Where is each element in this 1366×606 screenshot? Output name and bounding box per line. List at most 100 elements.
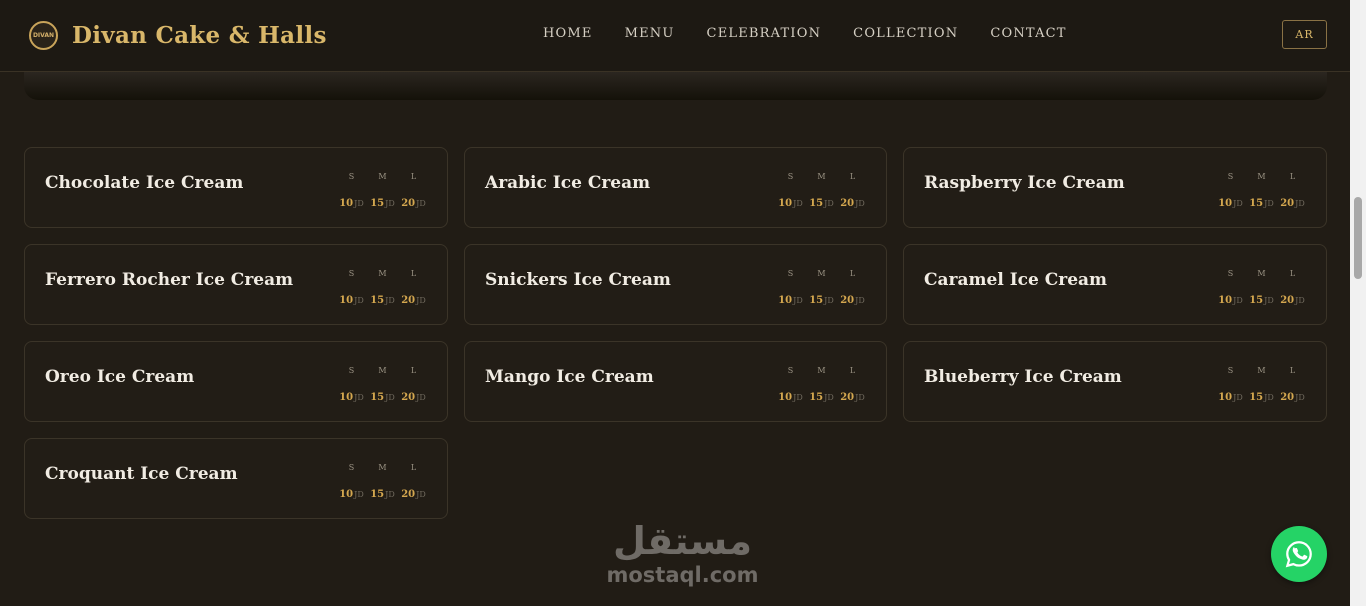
menu-item-card[interactable]: Mango Ice Cream S 10JD M 15JD L 20JD <box>464 341 887 422</box>
price-currency: JD <box>385 296 395 305</box>
size-m: M 15JD <box>367 366 398 404</box>
size-label: M <box>1257 172 1266 181</box>
size-price: 10JD <box>1215 191 1246 210</box>
price-value: 20 <box>401 198 416 209</box>
price-currency: JD <box>354 199 364 208</box>
price-value: 10 <box>1218 392 1233 403</box>
hero-image <box>24 72 1327 100</box>
price-value: 20 <box>840 392 855 403</box>
price-sizes: S 10JD M 15JD L 20JD <box>336 366 429 404</box>
menu-item-card[interactable]: Caramel Ice Cream S 10JD M 15JD L 20JD <box>903 244 1327 325</box>
watermark-arabic: مستقل <box>613 519 752 563</box>
price-value: 15 <box>370 392 385 403</box>
price-currency: JD <box>793 393 803 402</box>
size-m: M 15JD <box>367 172 398 210</box>
size-price: 20JD <box>837 191 868 210</box>
price-currency: JD <box>354 490 364 499</box>
size-price: 20JD <box>398 482 429 501</box>
size-s: S 10JD <box>336 172 367 210</box>
price-value: 20 <box>1280 295 1295 306</box>
page: DIVAN Divan Cake & Halls HOME MENU CELEB… <box>0 0 1366 606</box>
brand-logo: DIVAN <box>29 21 58 50</box>
nav-collection[interactable]: COLLECTION <box>853 26 958 41</box>
whatsapp-icon <box>1285 541 1312 568</box>
whatsapp-button[interactable] <box>1271 526 1327 582</box>
size-label: M <box>817 172 826 181</box>
nav-contact[interactable]: CONTACT <box>990 26 1066 41</box>
price-value: 15 <box>1249 295 1264 306</box>
price-value: 15 <box>809 295 824 306</box>
main-nav: HOME MENU CELEBRATION COLLECTION CONTACT <box>543 26 1099 41</box>
size-label: L <box>1289 269 1296 278</box>
menu-item-card[interactable]: Raspberry Ice Cream S 10JD M 15JD L 20JD <box>903 147 1327 228</box>
menu-item-card[interactable]: Blueberry Ice Cream S 10JD M 15JD L 20JD <box>903 341 1327 422</box>
size-label: L <box>410 366 417 375</box>
menu-item-name: Mango Ice Cream <box>485 367 654 387</box>
scrollbar-thumb[interactable] <box>1354 197 1362 279</box>
price-currency: JD <box>855 393 865 402</box>
size-price: 15JD <box>367 385 398 404</box>
price-value: 15 <box>1249 198 1264 209</box>
price-sizes: S 10JD M 15JD L 20JD <box>336 463 429 501</box>
price-sizes: S 10JD M 15JD L 20JD <box>1215 366 1308 404</box>
brand-name: Divan Cake & Halls <box>72 22 327 49</box>
menu-item-card[interactable]: Chocolate Ice Cream S 10JD M 15JD L 20JD <box>24 147 448 228</box>
size-s: S 10JD <box>336 463 367 501</box>
watermark-latin: mostaql.com <box>606 563 759 587</box>
menu-item-card[interactable]: Croquant Ice Cream S 10JD M 15JD L 20JD <box>24 438 448 519</box>
nav-celebration[interactable]: CELEBRATION <box>707 26 822 41</box>
size-l: L 20JD <box>1277 172 1308 210</box>
size-price: 20JD <box>398 385 429 404</box>
menu-item-name: Croquant Ice Cream <box>45 464 238 484</box>
price-sizes: S 10JD M 15JD L 20JD <box>336 269 429 307</box>
size-price: 20JD <box>398 288 429 307</box>
size-price: 10JD <box>336 482 367 501</box>
price-currency: JD <box>1264 199 1274 208</box>
menu-item-card[interactable]: Snickers Ice Cream S 10JD M 15JD L 20JD <box>464 244 887 325</box>
size-s: S 10JD <box>336 269 367 307</box>
price-currency: JD <box>824 296 834 305</box>
watermark: مستقل mostaql.com <box>600 519 765 587</box>
menu-item-name: Caramel Ice Cream <box>924 270 1108 290</box>
size-s: S 10JD <box>1215 172 1246 210</box>
price-value: 15 <box>809 392 824 403</box>
nav-home[interactable]: HOME <box>543 26 593 41</box>
menu-item-card[interactable]: Ferrero Rocher Ice Cream S 10JD M 15JD L 20JD <box>24 244 448 325</box>
size-price: 15JD <box>367 482 398 501</box>
price-currency: JD <box>855 296 865 305</box>
size-m: M 15JD <box>1246 269 1277 307</box>
price-value: 15 <box>1249 392 1264 403</box>
size-m: M 15JD <box>806 366 837 404</box>
menu-item-card[interactable]: Arabic Ice Cream S 10JD M 15JD L 20JD <box>464 147 887 228</box>
price-currency: JD <box>385 199 395 208</box>
size-label: S <box>787 269 794 278</box>
size-m: M 15JD <box>806 172 837 210</box>
price-currency: JD <box>416 393 426 402</box>
size-price: 20JD <box>837 288 868 307</box>
size-l: L 20JD <box>398 269 429 307</box>
size-l: L 20JD <box>398 366 429 404</box>
size-s: S 10JD <box>336 366 367 404</box>
nav-menu[interactable]: MENU <box>625 26 675 41</box>
menu-item-card[interactable]: Oreo Ice Cream S 10JD M 15JD L 20JD <box>24 341 448 422</box>
size-s: S 10JD <box>775 269 806 307</box>
language-toggle-button[interactable]: AR <box>1282 20 1327 49</box>
size-label: S <box>787 366 794 375</box>
size-label: M <box>378 366 387 375</box>
size-m: M 15JD <box>367 269 398 307</box>
size-label: M <box>378 172 387 181</box>
price-value: 10 <box>778 295 793 306</box>
price-value: 10 <box>778 198 793 209</box>
price-currency: JD <box>1295 296 1305 305</box>
brand[interactable]: DIVAN Divan Cake & Halls <box>29 21 327 50</box>
price-currency: JD <box>855 199 865 208</box>
size-label: M <box>1257 366 1266 375</box>
menu-item-name: Oreo Ice Cream <box>45 367 195 387</box>
page-scrollbar[interactable] <box>1350 0 1366 606</box>
price-value: 20 <box>401 392 416 403</box>
size-l: L 20JD <box>837 172 868 210</box>
price-currency: JD <box>416 296 426 305</box>
size-price: 10JD <box>1215 385 1246 404</box>
size-price: 10JD <box>336 191 367 210</box>
price-currency: JD <box>385 490 395 499</box>
